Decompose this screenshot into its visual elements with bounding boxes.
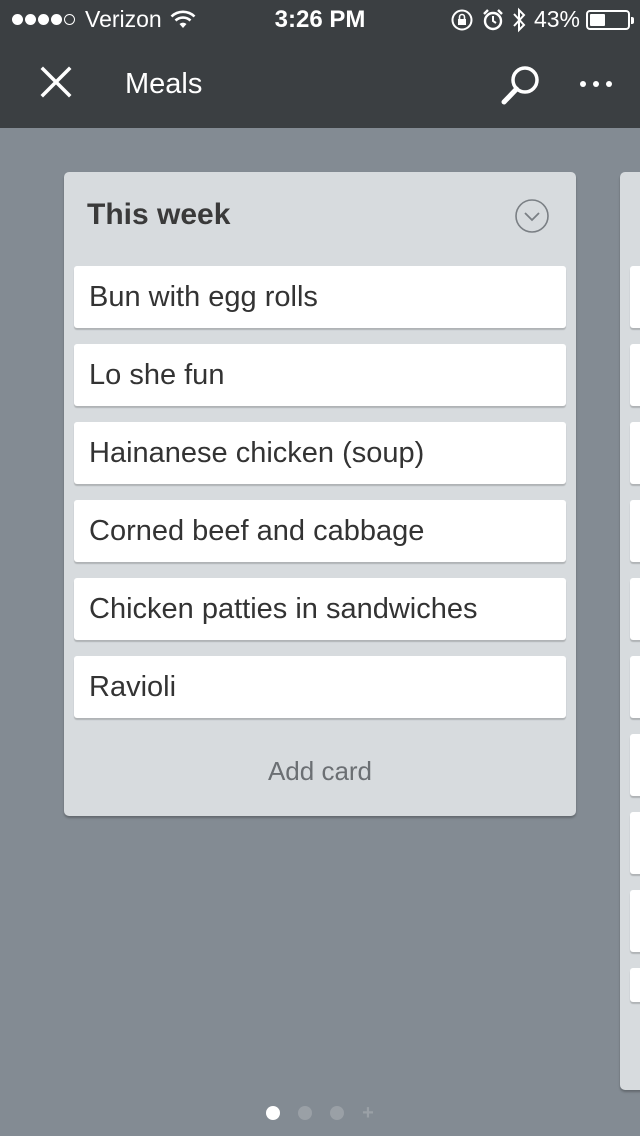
battery-level [590,13,605,26]
orientation-lock-icon [451,9,473,30]
board-title: Meals [125,68,203,100]
card-stub [630,422,640,484]
card-stub [630,734,640,796]
card-stub [630,344,640,406]
card-stub [630,968,640,1002]
card-stub [630,578,640,640]
alarm-icon [483,8,503,30]
bluetooth-icon [513,7,526,32]
card-stub [630,500,640,562]
card[interactable]: Bun with egg rolls [74,266,566,328]
card-stub [630,812,640,874]
list-next-partial[interactable] [620,172,640,1090]
card[interactable]: Corned beef and cabbage [74,500,566,562]
page-dot[interactable] [298,1106,313,1120]
list-this-week: This week Bun with egg rolls Lo she fun … [64,172,576,816]
more-icon[interactable] [576,70,616,98]
chevron-down-circle-icon[interactable] [514,198,550,234]
search-icon[interactable] [498,62,544,108]
battery-percent: 43% [533,6,580,32]
list-title[interactable]: This week [87,198,230,232]
card[interactable]: Hainanese chicken (soup) [74,422,566,484]
card[interactable]: Ravioli [74,656,566,718]
close-icon[interactable] [36,62,76,102]
page-dot-active[interactable] [266,1106,281,1120]
card[interactable]: Lo she fun [74,344,566,406]
add-card-button[interactable]: Add card [64,756,576,787]
plus-icon[interactable]: + [362,1103,374,1123]
battery-icon [586,9,634,30]
nav-bar: Meals [0,40,640,128]
page-dot[interactable] [330,1106,345,1120]
card-stub [630,656,640,718]
card-stub [630,266,640,328]
card[interactable]: Chicken patties in sandwiches [74,578,566,640]
status-right: 43% [450,6,634,33]
status-bar: Verizon 3:26 PM 43% [0,0,640,40]
card-stub [630,890,640,952]
page-indicator: + [0,1103,640,1123]
